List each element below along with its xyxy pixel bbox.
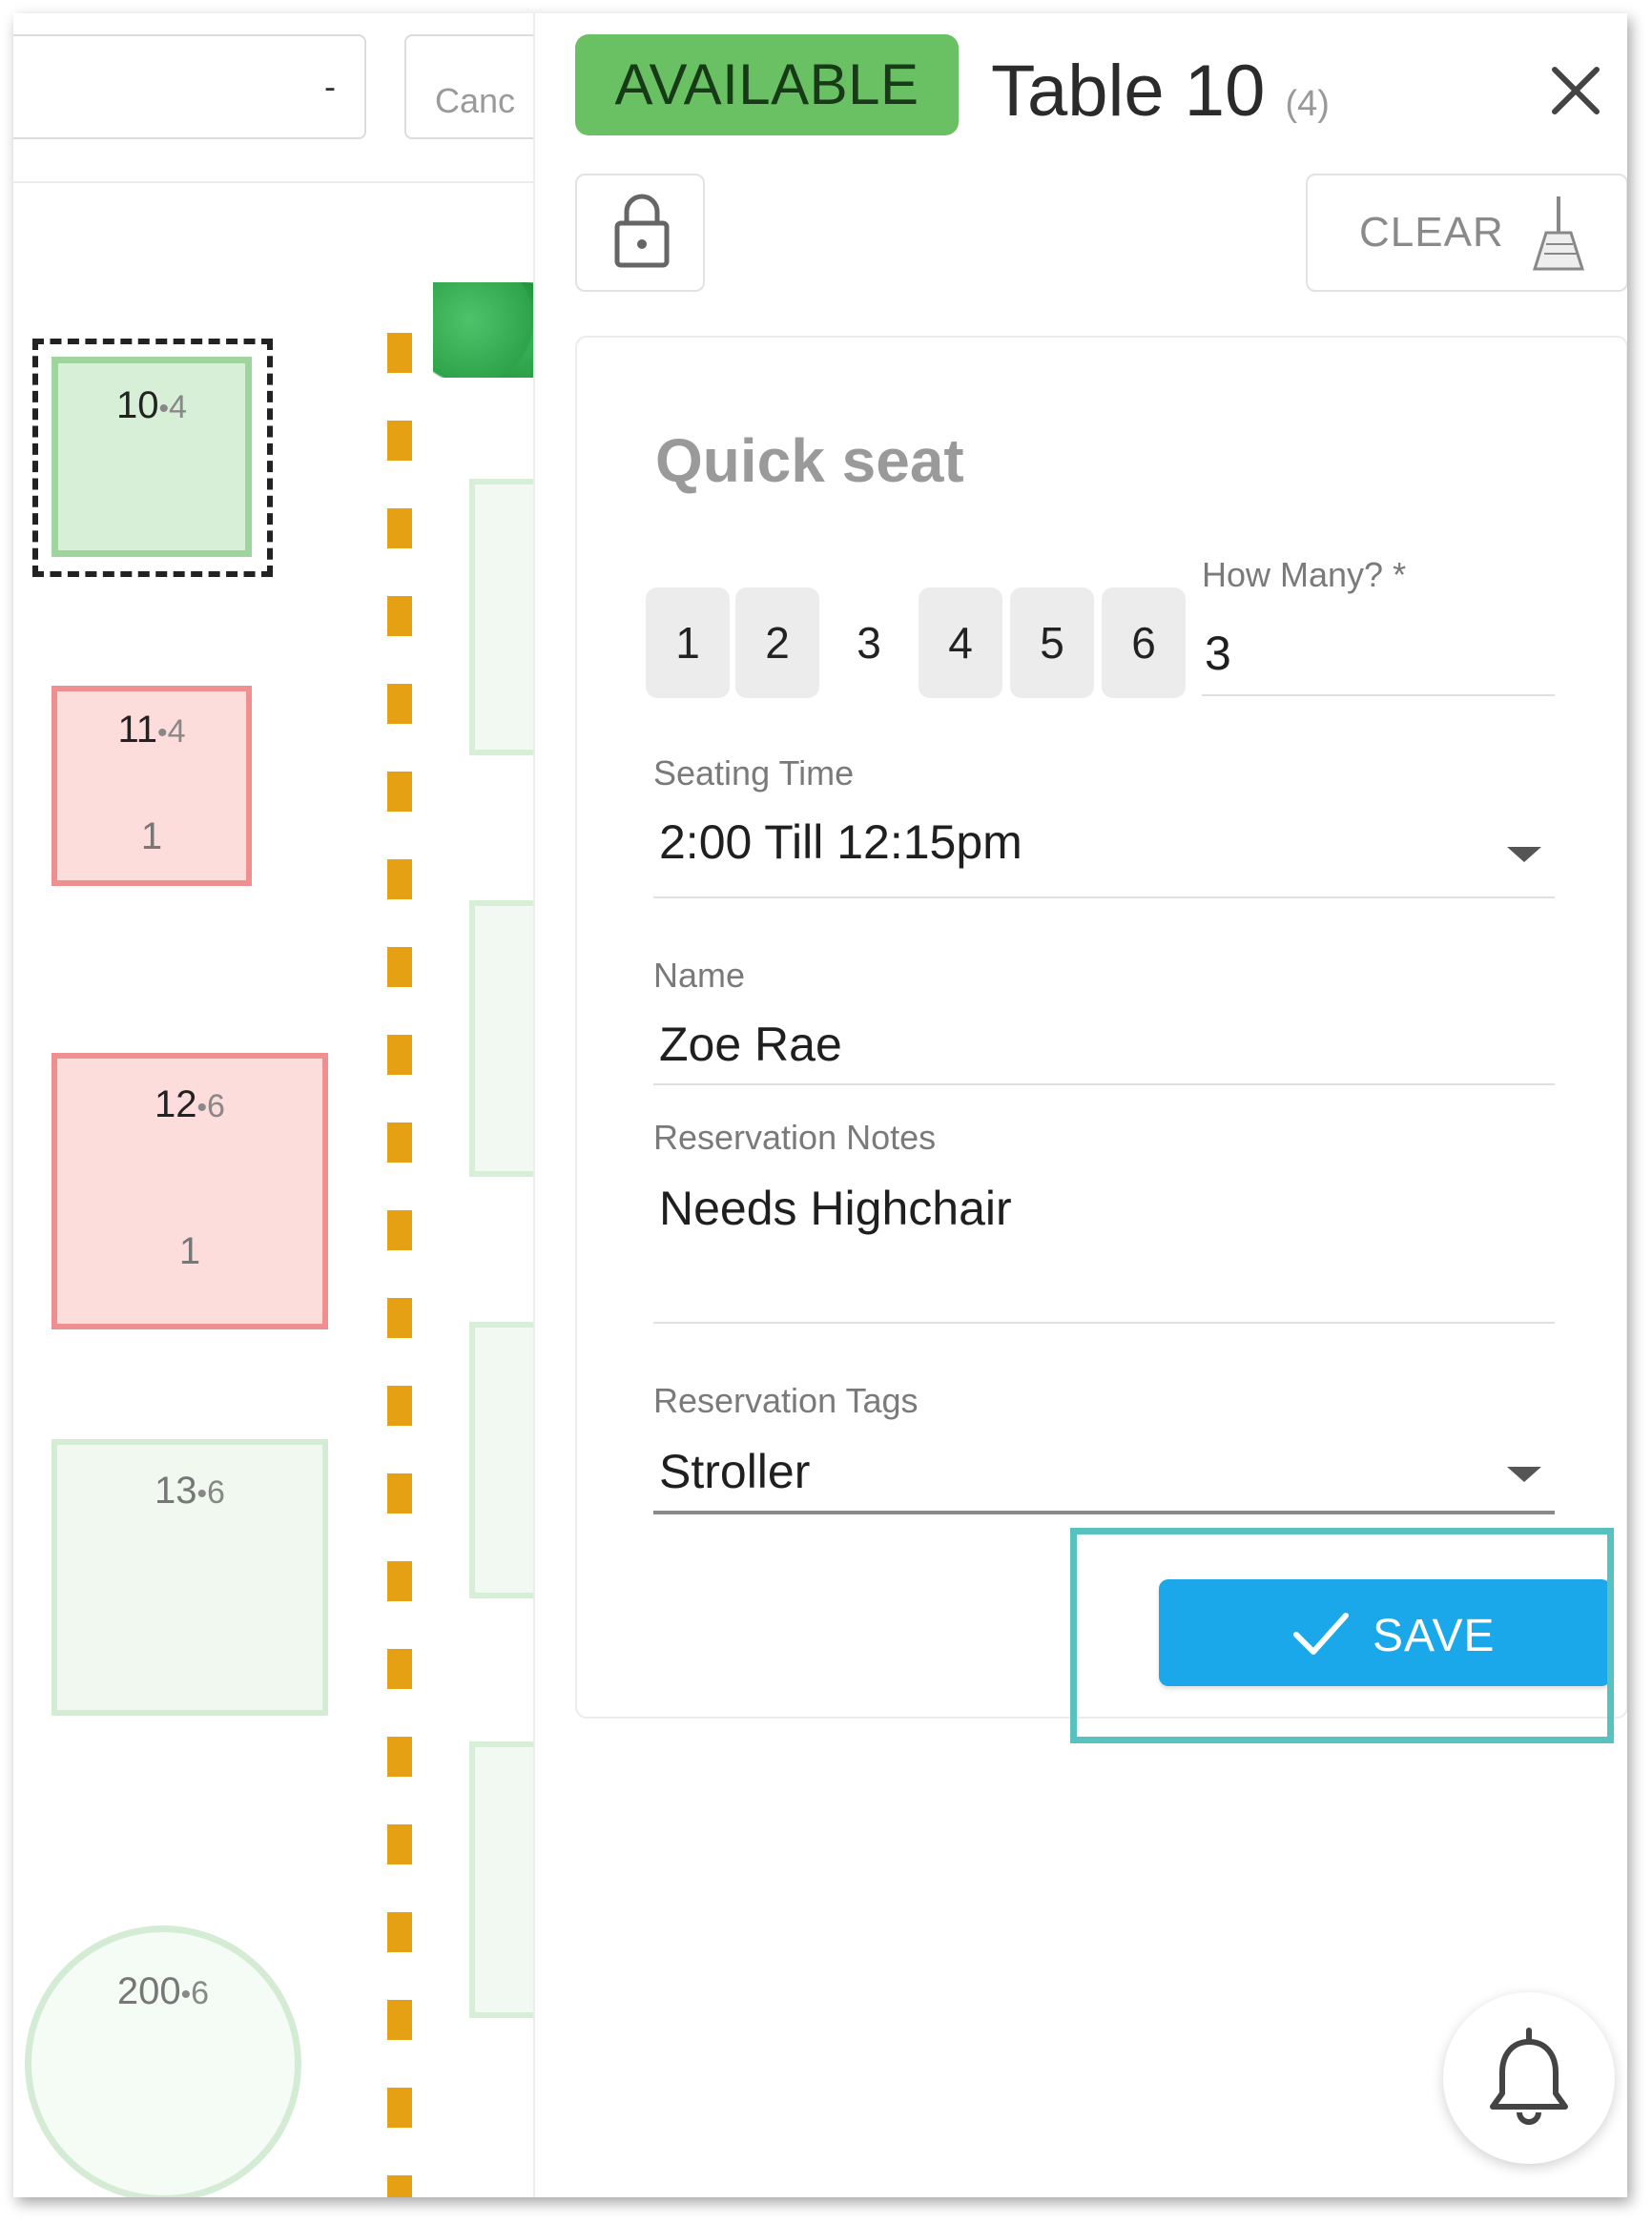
table-label: 12•6 (57, 1083, 322, 1126)
table-title-text: Table 10 (991, 51, 1266, 132)
seating-time-underline (653, 896, 1555, 898)
lock-button[interactable] (575, 174, 705, 292)
table-11[interactable]: 11•4 1 (52, 686, 252, 886)
floor-select-value: - (324, 67, 336, 106)
notes-underline (653, 1322, 1555, 1324)
reservation-tags-label: Reservation Tags (653, 1381, 919, 1420)
app-window: - Canc 10•4 11•4 1 12•6 1 13•6 200•6 AVA… (13, 13, 1627, 2197)
table-shape[interactable] (469, 900, 533, 1177)
table-label: 11•4 (57, 709, 246, 752)
table-label: 10•4 (58, 384, 245, 427)
party-size-2[interactable]: 2 (735, 587, 819, 698)
table-capacity: 6 (207, 1474, 225, 1511)
table-number: 13 (155, 1470, 197, 1512)
separator: • (196, 1478, 208, 1510)
card-title: Quick seat (655, 426, 964, 495)
table-number: 10 (116, 384, 159, 426)
table-title-capacity: (4) (1285, 84, 1330, 124)
table-capacity: 4 (169, 389, 187, 425)
reservation-notes-field[interactable]: Needs Highchair (659, 1181, 1012, 1236)
broom-icon (1532, 196, 1585, 271)
clear-button-label: CLEAR (1359, 209, 1504, 256)
table-shape[interactable] (469, 479, 533, 755)
page-title: Table 10 (4) (991, 50, 1330, 133)
cancel-button[interactable]: Canc (404, 34, 533, 139)
table-label: 13•6 (57, 1470, 322, 1513)
table-number: 12 (155, 1083, 197, 1125)
how-many-label: How Many? * (1202, 555, 1407, 594)
chevron-down-icon[interactable] (1507, 847, 1541, 862)
reservation-tags-select[interactable]: Stroller (659, 1444, 810, 1499)
table-label: 200•6 (31, 1970, 295, 2013)
table-detail-panel: AVAILABLE Table 10 (4) CLEAR Quick seat … (533, 13, 1627, 2197)
floor-toolbar: - Canc (13, 13, 533, 183)
guest-count: 1 (178, 1230, 201, 1272)
party-size-4[interactable]: 4 (919, 587, 1002, 698)
guest-count: 1 (140, 815, 163, 857)
table-capacity: 4 (167, 713, 186, 750)
party-size-6[interactable]: 6 (1102, 587, 1186, 698)
floor-divider (387, 333, 412, 2197)
separator: • (196, 1092, 208, 1123)
seating-time-label: Seating Time (653, 753, 855, 793)
clear-button[interactable]: CLEAR (1306, 174, 1627, 292)
plant-decoration (433, 282, 533, 378)
table-capacity: 6 (207, 1088, 225, 1124)
how-many-underline (1202, 694, 1555, 696)
quick-seat-card: Quick seat 1 2 3 4 5 6 How Many? * 3 Sea… (575, 336, 1627, 1719)
lock-icon (614, 194, 670, 268)
party-size-5[interactable]: 5 (1010, 587, 1094, 698)
table-13[interactable]: 13•6 (52, 1439, 328, 1716)
close-button[interactable] (1541, 56, 1610, 125)
tags-underline (653, 1511, 1555, 1514)
name-label: Name (653, 956, 746, 995)
floor-plan: - Canc 10•4 11•4 1 12•6 1 13•6 200•6 (13, 13, 533, 2197)
separator: • (180, 1979, 192, 2010)
name-underline (653, 1083, 1555, 1085)
table-10[interactable]: 10•4 (52, 357, 252, 557)
table-200[interactable]: 200•6 (25, 1925, 301, 2197)
table-12[interactable]: 12•6 1 (52, 1053, 328, 1329)
separator: • (158, 393, 170, 424)
table-number: 11 (117, 709, 158, 751)
separator: • (157, 717, 168, 749)
how-many-field[interactable]: 3 (1205, 626, 1231, 681)
table-number: 200 (116, 1970, 181, 2012)
floor-select[interactable]: - (13, 34, 366, 139)
status-badge: AVAILABLE (575, 34, 959, 135)
table-shape[interactable] (469, 1741, 533, 2018)
save-highlight-box (1070, 1528, 1614, 1743)
bell-icon (1490, 2028, 1568, 2125)
table-shape[interactable] (469, 1322, 533, 1598)
table-capacity: 6 (191, 1975, 210, 2011)
name-field[interactable]: Zoe Rae (659, 1017, 842, 1072)
party-size-1[interactable]: 1 (646, 587, 730, 698)
notifications-button[interactable] (1443, 1992, 1615, 2164)
chevron-down-icon[interactable] (1507, 1467, 1541, 1482)
seating-time-select[interactable]: 2:00 Till 12:15pm (659, 814, 1022, 870)
reservation-notes-label: Reservation Notes (653, 1118, 937, 1157)
party-size-3[interactable]: 3 (827, 587, 911, 698)
close-icon (1552, 67, 1600, 114)
